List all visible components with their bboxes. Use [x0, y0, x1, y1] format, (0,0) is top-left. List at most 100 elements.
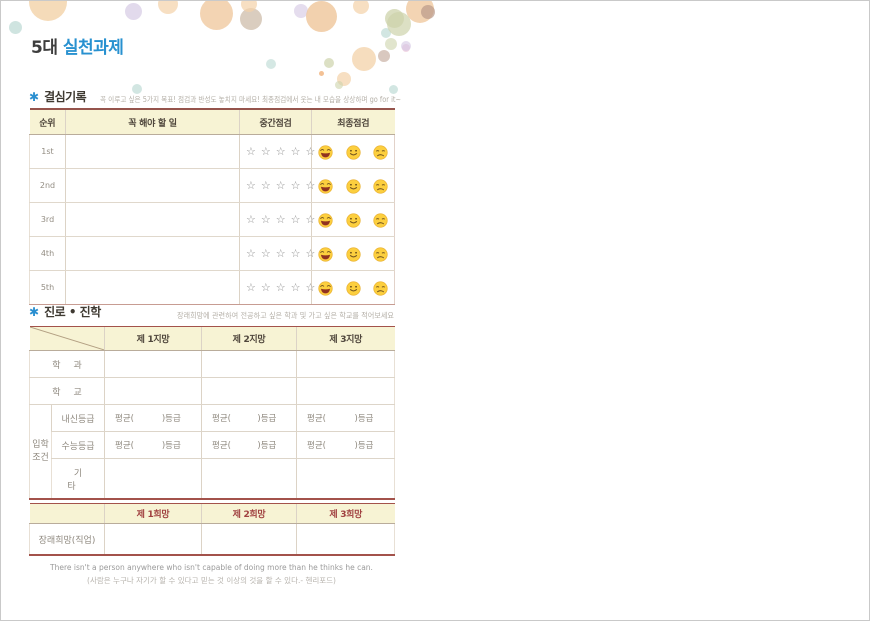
todo-cell[interactable]: [66, 237, 240, 271]
school-cell[interactable]: [202, 378, 297, 405]
sad-face-icon[interactable]: [373, 247, 388, 262]
etc-cell[interactable]: [105, 459, 202, 500]
section-resolution-description: 꼭 이루고 싶은 5가지 목표! 점검과 반성도 놓치지 마세요! 최종점검에서…: [100, 94, 401, 105]
naesin-grade-cell[interactable]: 평균()등급: [297, 405, 395, 432]
avg-suffix: )등급: [162, 412, 181, 424]
star-rating[interactable]: ☆☆☆☆☆: [240, 237, 312, 271]
avg-prefix: 평균(: [307, 439, 326, 451]
star-rating[interactable]: ☆☆☆☆☆: [240, 135, 312, 169]
avg-suffix: )등급: [257, 439, 276, 451]
naesin-grade-cell[interactable]: 평균()등급: [105, 405, 202, 432]
star-rating[interactable]: ☆☆☆☆☆: [240, 203, 312, 237]
diagonal-header-cell: [30, 327, 105, 351]
avg-prefix: 평균(: [212, 439, 231, 451]
col-header-midcheck: 중간점검: [240, 109, 312, 135]
smiling-face-icon[interactable]: [346, 247, 361, 262]
career-header-row: 제 1지망 제 2지망 제 3지망: [30, 327, 395, 351]
decor-bubble: [324, 58, 334, 68]
decor-bubble: [132, 84, 142, 94]
suneung-grade-label: 수능등급: [52, 432, 105, 459]
rank-label: 5th: [30, 271, 66, 305]
table-row: 4th ☆☆☆☆☆: [30, 237, 395, 271]
decor-bubble: [9, 21, 22, 34]
todo-cell[interactable]: [66, 271, 240, 305]
asterisk-icon: ✱: [29, 305, 39, 319]
suneung-grade-cell[interactable]: 평균()등급: [105, 432, 202, 459]
star-rating[interactable]: ☆☆☆☆☆: [240, 169, 312, 203]
school-label: 학교: [30, 378, 105, 405]
etc-cell[interactable]: [202, 459, 297, 500]
diagonal-line: [30, 327, 105, 350]
laughing-face-icon[interactable]: [318, 247, 333, 262]
quote-korean: (사람은 누구나 자기가 할 수 있다고 믿는 것 이상의 것을 할 수 있다.…: [29, 575, 394, 586]
hope-table: 제 1희망 제 2희망 제 3희망 장래희망(직업): [29, 503, 395, 556]
laughing-face-icon[interactable]: [318, 179, 333, 194]
decor-bubble: [29, 0, 67, 21]
naesin-grade-label: 내신등급: [52, 405, 105, 432]
laughing-face-icon[interactable]: [318, 213, 333, 228]
hope-header-empty: [30, 504, 105, 524]
department-cell[interactable]: [105, 351, 202, 378]
future-hope-cell[interactable]: [297, 524, 395, 556]
final-check-emoji-set[interactable]: [312, 203, 395, 237]
sad-face-icon[interactable]: [373, 145, 388, 160]
suneung-grade-cell[interactable]: 평균( )등급: [202, 432, 297, 459]
page-title-prefix: 5대: [31, 38, 57, 58]
decor-bubble: [319, 71, 324, 76]
sad-face-icon[interactable]: [373, 281, 388, 296]
etc-cell[interactable]: [297, 459, 395, 500]
decor-bubble: [125, 3, 142, 20]
final-check-emoji-set[interactable]: [312, 271, 395, 305]
table-row-suneung: 수능등급 평균()등급 평균()등급 평균()등급: [30, 432, 395, 459]
avg-suffix: )등급: [162, 439, 181, 451]
col-header-finalcheck: 최종점검: [312, 109, 395, 135]
school-cell[interactable]: [297, 378, 395, 405]
school-cell[interactable]: [105, 378, 202, 405]
col-header-choice3: 제 3지망: [297, 327, 395, 351]
asterisk-icon: ✱: [29, 90, 39, 104]
department-cell[interactable]: [297, 351, 395, 378]
table-row-department: 학과: [30, 351, 395, 378]
bottom-quote: There isn't a person anywhere who isn't …: [29, 563, 394, 586]
resolution-header-row: 순위 꼭 해야 할 일 중간점검 최종점검: [30, 109, 395, 135]
smiling-face-icon[interactable]: [346, 145, 361, 160]
decor-bubble: [266, 59, 276, 69]
department-cell[interactable]: [202, 351, 297, 378]
todo-cell[interactable]: [66, 203, 240, 237]
todo-cell[interactable]: [66, 169, 240, 203]
table-row: 2nd ☆☆☆☆☆: [30, 169, 395, 203]
smiling-face-icon[interactable]: [346, 213, 361, 228]
sad-face-icon[interactable]: [373, 213, 388, 228]
table-row-school: 학교: [30, 378, 395, 405]
star-rating[interactable]: ☆☆☆☆☆: [240, 271, 312, 305]
laughing-face-icon[interactable]: [318, 145, 333, 160]
section-career-description: 장래희망에 관련하여 전공하고 싶은 학과 및 가고 싶은 학교를 적어보세요: [47, 310, 394, 321]
todo-cell[interactable]: [66, 135, 240, 169]
final-check-emoji-set[interactable]: [312, 169, 395, 203]
decor-bubble: [306, 1, 337, 32]
decor-bubble: [352, 47, 376, 71]
naesin-grade-cell[interactable]: 평균()등급: [202, 405, 297, 432]
laughing-face-icon[interactable]: [318, 281, 333, 296]
section-resolution-header: ✱ 결심기록: [29, 88, 86, 105]
admission-label-line2: 조건: [31, 452, 50, 464]
final-check-emoji-set[interactable]: [312, 237, 395, 271]
decor-bubble: [387, 12, 411, 36]
decor-bubble: [378, 50, 390, 62]
smiling-face-icon[interactable]: [346, 179, 361, 194]
final-check-emoji-set[interactable]: [312, 135, 395, 169]
avg-prefix: 평균(: [307, 412, 326, 424]
decor-bubble: [335, 81, 343, 89]
decor-bubble: [421, 5, 435, 19]
avg-suffix: )등급: [355, 439, 374, 451]
col-header-choice2: 제 2지망: [202, 327, 297, 351]
suneung-grade-cell[interactable]: 평균( )등급: [297, 432, 395, 459]
table-row-naesin: 입학 조건 내신등급 평균()등급 평균()등급 평균()등급: [30, 405, 395, 432]
future-hope-label: 장래희망(직업): [30, 524, 105, 556]
sad-face-icon[interactable]: [373, 179, 388, 194]
smiling-face-icon[interactable]: [346, 281, 361, 296]
section-resolution-title: 결심기록: [44, 88, 86, 105]
decor-bubble: [389, 85, 398, 94]
future-hope-cell[interactable]: [202, 524, 297, 556]
future-hope-cell[interactable]: [105, 524, 202, 556]
